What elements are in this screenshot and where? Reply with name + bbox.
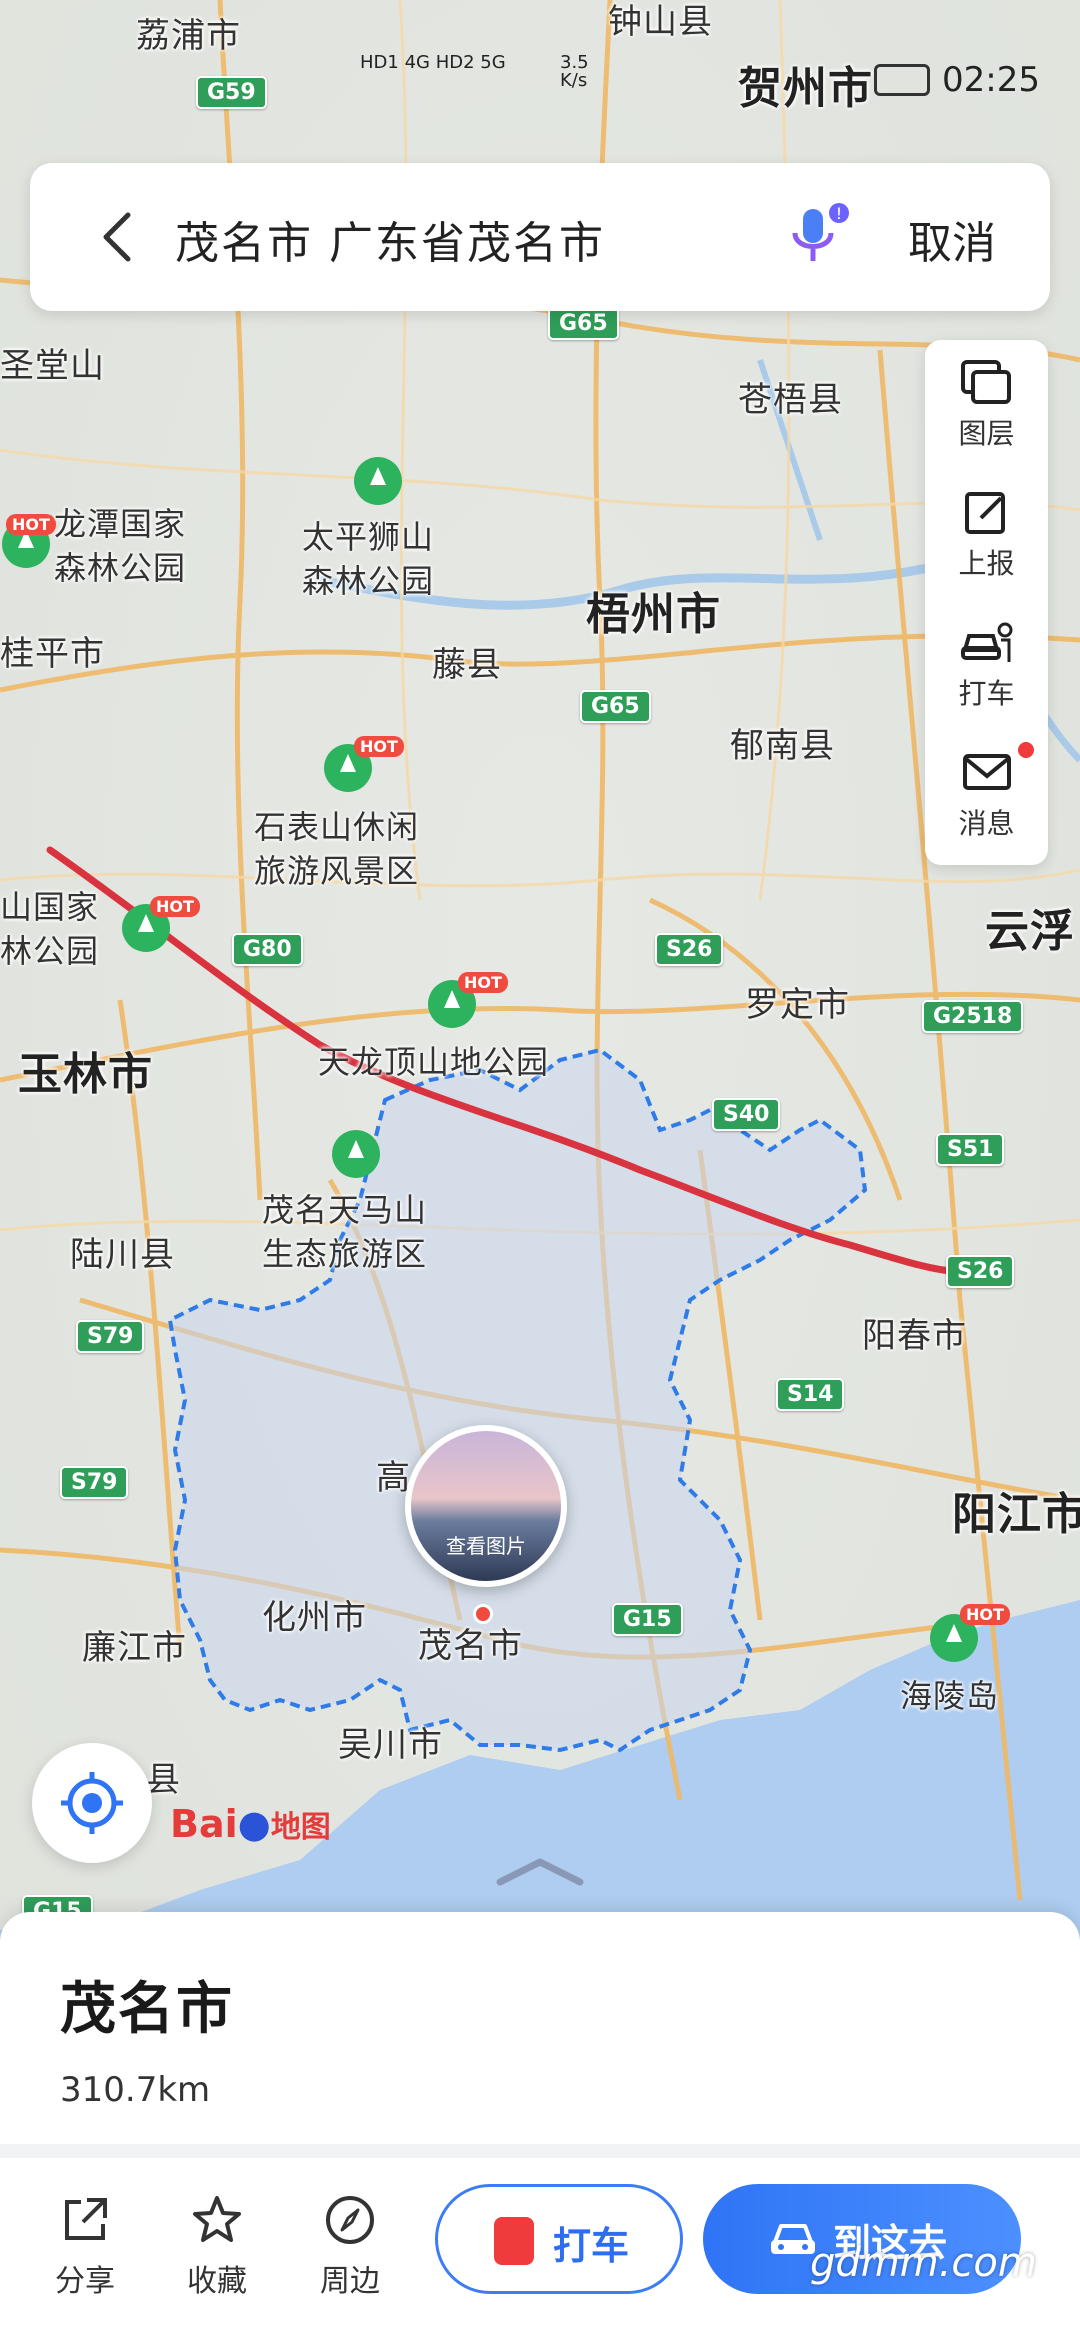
battery-icon [874, 64, 930, 96]
status-bar: HD1 4G HD2 5G 3.5 K/s 02:25 [0, 40, 1080, 100]
watermark: gdmm.com [810, 2240, 1037, 2286]
message-icon [962, 754, 1011, 790]
city-photo-bubble[interactable]: 查看图片 [405, 1425, 567, 1587]
map-city-label[interactable]: 藤县 [432, 637, 502, 686]
tool-label: 图层 [958, 417, 1015, 450]
map-city-label[interactable]: 罗定市 [745, 977, 850, 1026]
paw-icon: ● [237, 1802, 271, 1846]
taxi-button[interactable]: 打车 [435, 2184, 683, 2294]
nearby-button[interactable]: 周边 [295, 2192, 405, 2300]
scenic-pin-icon[interactable] [352, 455, 404, 507]
logo-text-2: 地图 [270, 1810, 331, 1845]
road-shield: S79 [76, 1320, 145, 1353]
poi-label[interactable]: 海陵岛 [900, 1674, 999, 1718]
search-query[interactable]: 茂名市 广东省茂名市 [175, 207, 605, 271]
poi-label[interactable]: 山国家 林公园 [0, 885, 99, 973]
road-shield: G80 [232, 933, 303, 966]
road-shield: G65 [548, 307, 619, 340]
scenic-pin-icon[interactable] [330, 1128, 382, 1180]
notification-dot [1018, 742, 1034, 758]
search-bar[interactable]: 茂名市 广东省茂名市 ! 取消 [30, 163, 1050, 311]
star-icon [193, 2196, 241, 2242]
tool-layers[interactable]: 图层 [925, 340, 1048, 470]
photo-caption: 查看图片 [446, 1534, 526, 1558]
tool-label: 打车 [958, 677, 1015, 710]
road-shield: S26 [946, 1255, 1015, 1288]
network-speed: 3.5 K/s [560, 52, 589, 91]
map-city-label[interactable]: 廉江市 [82, 1620, 187, 1669]
expand-handle-icon[interactable] [490, 1852, 590, 1892]
favorite-button[interactable]: 收藏 [162, 2192, 272, 2300]
map-city-label[interactable]: 陆川县 [70, 1227, 175, 1276]
action-label: 收藏 [187, 2264, 247, 2299]
hot-badge: HOT [458, 972, 508, 993]
road-shield: G15 [612, 1603, 683, 1636]
tool-taxi[interactable]: 打车 [925, 600, 1048, 730]
place-title: 茂名市 [60, 1977, 234, 2042]
hot-badge: HOT [150, 896, 200, 917]
taxi-red-icon [494, 2217, 534, 2265]
action-label: 周边 [320, 2264, 380, 2299]
poi-label[interactable]: 石表山休闲 旅游风景区 [254, 805, 419, 893]
voice-mic-icon[interactable]: ! [775, 199, 865, 279]
card-divider [0, 2144, 1080, 2158]
road-shield: S79 [60, 1466, 129, 1499]
map-city-label[interactable]: 茂名市 [418, 1618, 523, 1667]
poi-label[interactable]: 天龙顶山地公园 [318, 1040, 549, 1084]
locate-icon [61, 1772, 123, 1834]
poi-label[interactable]: 太平狮山 森林公园 [302, 515, 434, 603]
tool-label: 消息 [958, 807, 1015, 840]
map-city-label[interactable]: 阳春市 [862, 1308, 967, 1357]
map-city-label[interactable]: 梧州市 [586, 578, 721, 642]
tool-label: 上报 [958, 547, 1015, 580]
city-marker-dot[interactable] [473, 1604, 493, 1624]
share-button[interactable]: 分享 [30, 2192, 140, 2300]
locate-button[interactable] [32, 1743, 152, 1863]
hot-badge: HOT [6, 514, 56, 535]
hot-badge: HOT [354, 736, 404, 757]
taxi-icon [960, 622, 1012, 662]
tool-messages[interactable]: 消息 [925, 730, 1048, 860]
road-shield: S26 [655, 933, 724, 966]
report-icon [964, 492, 1005, 534]
tool-report[interactable]: 上报 [925, 470, 1048, 600]
road-shield: G2518 [922, 1000, 1024, 1033]
poi-label[interactable]: 龙潭国家 森林公园 [54, 502, 186, 590]
back-arrow-icon[interactable] [88, 203, 148, 271]
map-city-label[interactable]: 吴川市 [338, 1717, 443, 1766]
place-distance: 310.7km [60, 2070, 211, 2110]
taxi-button-label: 打车 [553, 2224, 630, 2268]
logo-text: Bai [170, 1802, 238, 1846]
map-city-label[interactable]: 圣堂山 [0, 338, 105, 387]
compass-icon [326, 2196, 374, 2244]
network-indicator: HD1 4G HD2 5G [360, 52, 506, 73]
status-time: 02:25 [942, 60, 1040, 100]
map-city-label[interactable]: 阳江市 [952, 1478, 1080, 1542]
map-city-label[interactable]: 桂平市 [0, 626, 105, 675]
map-city-label[interactable]: 钟山县 [608, 0, 713, 43]
map-city-label[interactable]: 玉林市 [18, 1038, 153, 1102]
map-city-label[interactable]: 化州市 [262, 1590, 367, 1639]
share-icon [65, 2198, 107, 2240]
map-tools-panel: 图层 上报 打车 消息 [925, 340, 1048, 865]
road-shield: S40 [712, 1098, 781, 1131]
svg-text:!: ! [836, 204, 842, 223]
baidu-map-logo: Bai●地图 [170, 1802, 331, 1846]
road-shield: S51 [936, 1133, 1005, 1166]
cancel-button[interactable]: 取消 [908, 207, 996, 271]
map-city-label[interactable]: 云浮 [985, 895, 1075, 959]
road-shield: S14 [776, 1378, 845, 1411]
map-city-label[interactable]: 苍梧县 [738, 372, 843, 421]
hot-badge: HOT [960, 1604, 1010, 1625]
layers-icon [960, 360, 1011, 404]
road-shield: G65 [580, 690, 651, 723]
map-city-label[interactable]: 郁南县 [730, 718, 835, 767]
action-label: 分享 [55, 2264, 115, 2299]
poi-label[interactable]: 茂名天马山 生态旅游区 [262, 1188, 427, 1276]
